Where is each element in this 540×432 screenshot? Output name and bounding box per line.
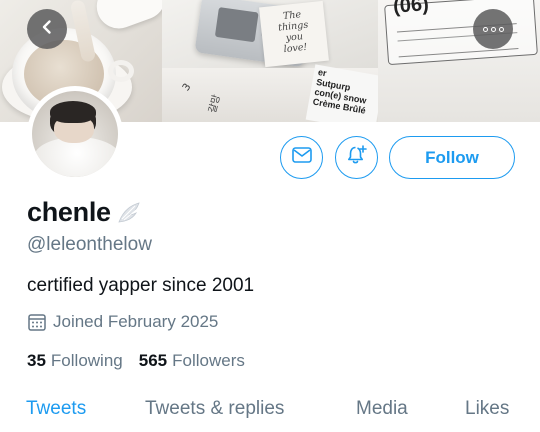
tab-likes[interactable]: Likes <box>465 398 509 420</box>
following-count: 35 <box>27 351 46 370</box>
more-horizontal-icon <box>481 26 505 32</box>
following-link[interactable]: 35 Following <box>27 351 123 371</box>
display-name-row: chenle <box>27 197 142 228</box>
display-name: chenle <box>27 197 111 227</box>
message-button[interactable] <box>280 136 323 179</box>
follow-button[interactable]: Follow <box>389 136 515 179</box>
followers-count: 565 <box>138 351 168 370</box>
followers-label: Followers <box>172 351 245 370</box>
followers-link[interactable]: 565 Followers <box>139 351 245 371</box>
profile-handle: @leleonthelow <box>27 234 152 255</box>
banner-brochure-photo: (06) <box>378 0 540 122</box>
banner-brochure-number: (06) <box>392 0 430 18</box>
banner-note: The things you love! <box>259 0 329 68</box>
banner-book-text: er Sutpurp con(e) snow Crème Brûlé <box>305 64 378 122</box>
chevron-left-icon <box>39 19 55 40</box>
tab-media[interactable]: Media <box>356 398 408 420</box>
profile-tabs: Tweets Tweets & replies Media Likes <box>0 394 540 432</box>
bell-plus-icon <box>346 144 368 171</box>
tab-tweets[interactable]: Tweets <box>26 398 86 420</box>
profile-bio: certified yapper since 2001 <box>27 275 255 296</box>
follow-stats: 35 Following 565 Followers <box>27 351 261 371</box>
avatar[interactable] <box>27 86 123 182</box>
wing-icon <box>116 200 142 226</box>
following-label: Following <box>50 351 123 370</box>
back-button[interactable] <box>27 9 67 49</box>
joined-date: Joined February 2025 <box>27 312 218 332</box>
calendar-icon <box>27 312 47 332</box>
tab-tweets-replies[interactable]: Tweets & replies <box>145 398 284 420</box>
mail-icon <box>291 147 312 168</box>
more-options-button[interactable] <box>473 9 513 49</box>
joined-text: Joined February 2025 <box>53 312 219 331</box>
notifications-button[interactable] <box>335 136 378 179</box>
banner-camera-photo: The things you love! 3 갈망 er Sutpurp con… <box>162 0 378 122</box>
